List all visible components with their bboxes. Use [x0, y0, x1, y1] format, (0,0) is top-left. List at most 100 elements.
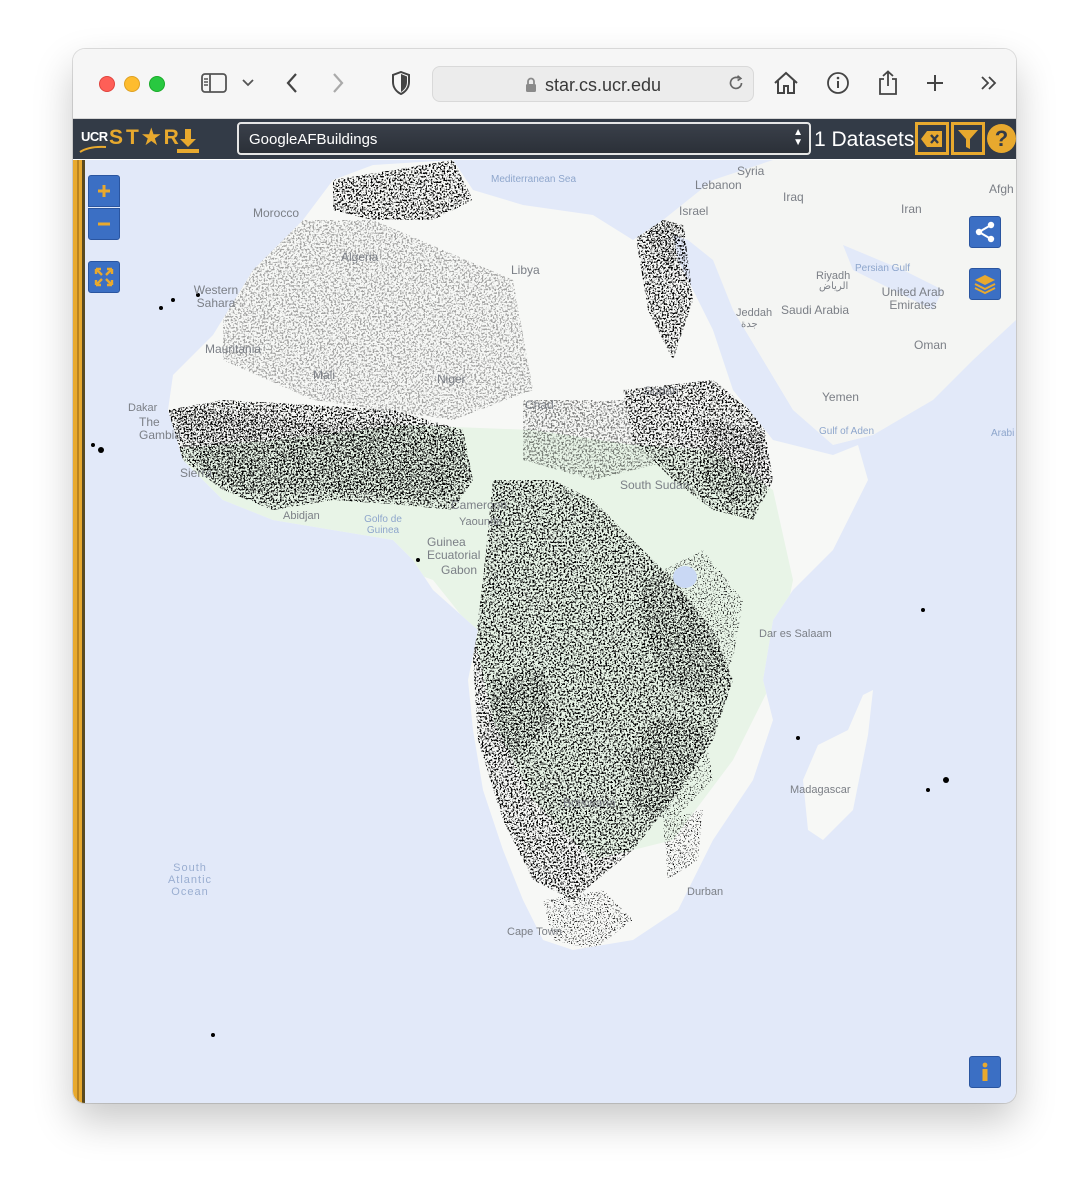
dataset-select[interactable]: GoogleAFBuildings ▲ ▼	[237, 122, 811, 155]
sao-tome-island	[416, 558, 420, 562]
island-dot	[211, 1033, 215, 1037]
info-i-icon	[982, 1062, 988, 1081]
map-label-israel: Israel	[679, 204, 709, 218]
map-info-button[interactable]	[969, 1056, 1001, 1088]
map-label-madagascar: Madagascar	[790, 784, 851, 796]
madagascar-landmass	[803, 690, 873, 840]
sidebar-toggle-icon[interactable]	[199, 69, 229, 97]
share-icon[interactable]	[875, 69, 901, 97]
map-label-syria: Syria	[737, 164, 765, 178]
lake-victoria	[673, 566, 697, 588]
island-dot	[171, 298, 175, 302]
map-label-niger: Niger	[437, 372, 466, 386]
map-label-iran: Iran	[901, 202, 922, 216]
map-label-south-sudan: South Sudan	[620, 478, 690, 492]
chevron-down-icon[interactable]	[239, 69, 257, 97]
map-label-botswana: Botswana	[563, 796, 616, 810]
map-label-cape-town: Cape Town	[507, 926, 562, 938]
mauritius-island	[943, 777, 949, 783]
home-icon[interactable]	[771, 69, 801, 97]
map-label-jeddah-ar: جدة	[741, 319, 758, 330]
map-label-lebanon: Lebanon	[695, 178, 742, 192]
map-label-south-atlantic: South Atlantic Ocean	[167, 862, 213, 898]
map-label-algeria: Algeria	[341, 250, 379, 264]
fullscreen-button[interactable]	[88, 261, 120, 293]
minimize-window-button[interactable]	[124, 76, 140, 92]
map-label-mauritania: Mauritania	[205, 342, 262, 356]
new-tab-icon[interactable]	[923, 69, 947, 97]
help-icon: ?	[994, 125, 1009, 151]
filter-icon	[958, 129, 978, 149]
map-label-uae: United Arab Emirates	[881, 285, 945, 312]
more-tabs-icon[interactable]	[977, 69, 1001, 97]
seychelles-island	[921, 608, 925, 612]
cape-verde-islands	[98, 447, 104, 453]
map-view[interactable]: Syria Lebanon Afgh Mediterranean Sea Mor…	[73, 160, 1016, 1103]
plus-icon	[98, 185, 110, 197]
map-label-libya: Libya	[511, 263, 540, 277]
app-header: UCR ST★R GoogleAFBuildings ▲ ▼ 1 Datasets…	[73, 119, 1016, 159]
zoom-in-button[interactable]	[88, 175, 120, 207]
left-sidebar-handle[interactable]	[73, 160, 85, 1103]
map-label-chad: Chad	[525, 398, 554, 412]
map-label-jeddah: Jeddah	[736, 307, 773, 319]
back-icon[interactable]	[281, 69, 303, 97]
map-label-gabon: Gabon	[441, 563, 478, 577]
map-label-equatorial-guinea: Guinea Ecuatorial	[427, 535, 481, 562]
address-bar[interactable]: star.cs.ucr.edu	[432, 66, 754, 102]
map-label-gulf-of-guinea: Golfo de Guinea	[364, 514, 402, 536]
map-label-western-sahara: Western Sahara	[193, 283, 239, 310]
zoom-window-button[interactable]	[149, 76, 165, 92]
map-label-arabian-sea: Arabi	[991, 428, 1015, 439]
share-map-button[interactable]	[969, 216, 1001, 248]
island-dot	[91, 443, 95, 447]
help-button[interactable]: ?	[987, 124, 1016, 153]
ucr-star-logo[interactable]: UCR ST★R	[79, 123, 199, 155]
map-label-oman: Oman	[914, 338, 947, 352]
map-label-dakar: Dakar	[128, 402, 158, 414]
shield-icon[interactable]	[389, 69, 413, 97]
map-label-dar-es-salaam: Dar es Salaam	[759, 628, 832, 640]
close-window-button[interactable]	[99, 76, 115, 92]
map-label-sudan: Sudan	[644, 384, 679, 398]
logo-text: ST★R	[109, 126, 182, 149]
minus-icon	[98, 222, 110, 226]
logo-swoosh-icon	[79, 145, 107, 153]
info-icon[interactable]	[825, 69, 851, 97]
map-label-riyadh-ar: الرياض	[819, 281, 849, 292]
layers-icon	[974, 275, 996, 295]
map-label-sierra-leone: Sierra	[180, 466, 213, 480]
filter-button[interactable]	[951, 122, 985, 155]
datasets-count: 1 Datasets	[814, 128, 915, 151]
map-label-morocco: Morocco	[253, 206, 300, 220]
map-label-the-gambia: The Gambia	[139, 415, 182, 442]
map-label-yemen: Yemen	[822, 390, 859, 404]
map-label-afghanistan: Afgh	[989, 182, 1014, 196]
layers-button[interactable]	[969, 268, 1001, 300]
comoros-islands	[796, 736, 800, 740]
url-text: star.cs.ucr.edu	[545, 75, 662, 95]
left-sidebar-line	[77, 160, 79, 1103]
map-label-abidjan: Abidjan	[283, 510, 320, 522]
map-label-mediterranean: Mediterranean Sea	[491, 174, 577, 185]
reunion-island	[926, 788, 930, 792]
forward-icon[interactable]	[327, 69, 349, 97]
map-label-gulf-of-aden: Gulf of Aden	[819, 426, 875, 437]
browser-window: star.cs.ucr.edu UCR ST★R GoogleAFBuildin…	[73, 49, 1016, 1103]
reload-icon[interactable]	[727, 74, 745, 97]
download-icon[interactable]	[175, 127, 201, 160]
map-label-saudi-arabia: Saudi Arabia	[781, 303, 850, 317]
logo-prefix: UCR	[81, 129, 108, 144]
map-label-yaounde: Yaoundé	[459, 516, 503, 528]
map-label-iraq: Iraq	[783, 190, 804, 204]
browser-toolbar: star.cs.ucr.edu	[73, 49, 1016, 119]
map-label-durban: Durban	[687, 886, 724, 898]
clear-datasets-button[interactable]	[915, 122, 949, 155]
map-label-cameroon: Cameroon	[451, 498, 508, 512]
share-nodes-icon	[975, 221, 995, 243]
lock-icon	[525, 77, 537, 98]
canary-islands	[159, 306, 163, 310]
backspace-icon	[921, 130, 942, 147]
select-arrows-icon: ▲ ▼	[793, 127, 803, 148]
zoom-out-button[interactable]	[88, 208, 120, 240]
